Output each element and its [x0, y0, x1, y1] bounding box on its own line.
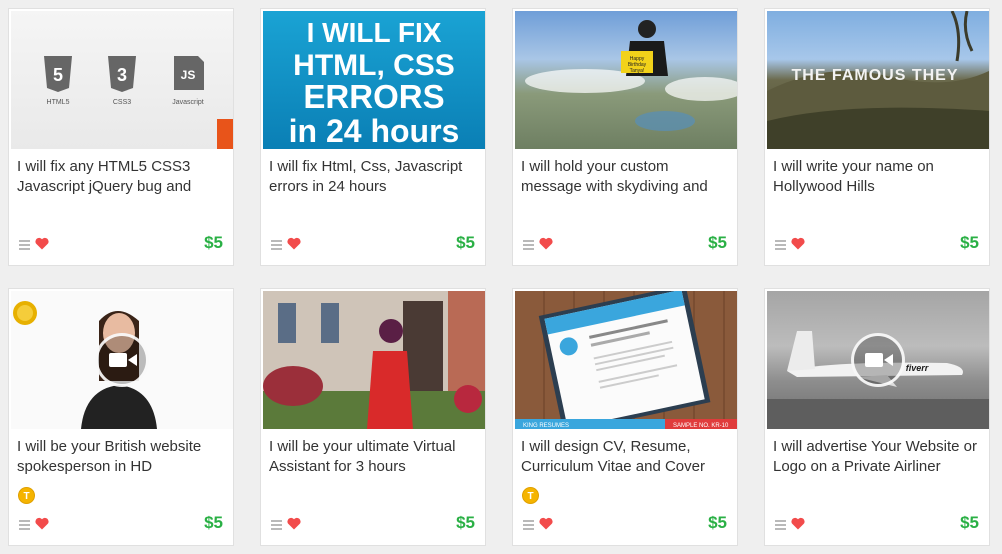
menu-icon[interactable] — [775, 240, 786, 250]
heart-icon[interactable] — [287, 517, 301, 531]
gig-thumbnail[interactable] — [11, 291, 233, 429]
menu-icon[interactable] — [271, 240, 282, 250]
gig-price: $5 — [960, 513, 979, 532]
gig-price: $5 — [708, 233, 727, 252]
gig-card[interactable]: 5 3 JS HTML5 CSS3 Javascript I will fix … — [8, 8, 234, 266]
svg-text:JS: JS — [181, 68, 196, 82]
gig-thumbnail[interactable]: 5 3 JS HTML5 CSS3 Javascript — [11, 11, 233, 149]
heart-icon[interactable] — [287, 237, 301, 251]
gig-title[interactable]: I will hold your custom message with sky… — [521, 157, 733, 197]
gig-card[interactable]: I will be your ultimate Virtual Assistan… — [260, 288, 486, 546]
gig-card[interactable]: KING RESUMES SAMPLE NO. KR-10 I will des… — [512, 288, 738, 546]
gig-thumbnail[interactable]: KING RESUMES SAMPLE NO. KR-10 — [515, 291, 737, 429]
gig-thumbnail[interactable]: I WILL FIX HTML, CSS ERRORS in 24 hours — [263, 11, 485, 149]
heart-icon[interactable] — [791, 237, 805, 251]
video-play-icon[interactable] — [851, 333, 905, 387]
menu-icon[interactable] — [523, 240, 534, 250]
heart-icon[interactable] — [539, 517, 553, 531]
heart-icon[interactable] — [539, 237, 553, 251]
svg-text:3: 3 — [117, 65, 127, 85]
gig-thumbnail[interactable]: Happy Birthday Tanya! — [515, 11, 737, 149]
javascript-label: Javascript — [172, 99, 204, 106]
svg-text:fiverr: fiverr — [906, 363, 929, 373]
gig-price: $5 — [204, 233, 223, 252]
svg-text:THE FAMOUS THEY: THE FAMOUS THEY — [791, 67, 958, 84]
svg-text:in 24 hours: in 24 hours — [289, 113, 460, 149]
gig-title[interactable]: I will fix Html, Css, Javascript errors … — [269, 157, 481, 197]
gig-card[interactable]: I WILL FIX HTML, CSS ERRORS in 24 hours … — [260, 8, 486, 266]
gig-title[interactable]: I will design CV, Resume, Curriculum Vit… — [521, 437, 733, 477]
gig-card[interactable]: I will be your British website spokesper… — [8, 288, 234, 546]
gig-thumbnail[interactable]: fiverr — [767, 291, 989, 429]
html5-label: HTML5 — [47, 99, 70, 106]
gig-card[interactable]: Happy Birthday Tanya! I will hold your c… — [512, 8, 738, 266]
gig-price: $5 — [708, 513, 727, 532]
gig-title[interactable]: I will advertise Your Website or Logo on… — [773, 437, 985, 477]
gig-thumbnail[interactable]: THE FAMOUS THEY — [767, 11, 989, 149]
gig-price: $5 — [204, 513, 223, 532]
top-rated-badge-icon: T — [522, 487, 539, 504]
svg-text:SAMPLE NO. KR-10: SAMPLE NO. KR-10 — [673, 423, 729, 429]
css3-label: CSS3 — [113, 99, 131, 106]
heart-icon[interactable] — [791, 517, 805, 531]
gig-title[interactable]: I will be your British website spokesper… — [17, 437, 229, 477]
gig-price: $5 — [456, 233, 475, 252]
gig-title[interactable]: I will write your name on Hollywood Hill… — [773, 157, 985, 197]
heart-icon[interactable] — [35, 517, 49, 531]
gig-card[interactable]: fiverr I will advertise Your Website or … — [764, 288, 990, 546]
menu-icon[interactable] — [271, 520, 282, 530]
top-rated-badge-icon: T — [18, 487, 35, 504]
heart-icon[interactable] — [35, 237, 49, 251]
gig-card[interactable]: THE FAMOUS THEY I will write your name o… — [764, 8, 990, 266]
menu-icon[interactable] — [523, 520, 534, 530]
gig-title[interactable]: I will fix any HTML5 CSS3 Javascript jQu… — [17, 157, 229, 197]
menu-icon[interactable] — [775, 520, 786, 530]
svg-text:5: 5 — [53, 65, 63, 85]
svg-text:I WILL FIX: I WILL FIX — [307, 17, 442, 48]
gig-price: $5 — [960, 233, 979, 252]
menu-icon[interactable] — [19, 240, 30, 250]
svg-text:ERRORS: ERRORS — [303, 78, 444, 115]
menu-icon[interactable] — [19, 520, 30, 530]
video-play-icon[interactable] — [95, 333, 149, 387]
svg-text:KING RESUMES: KING RESUMES — [523, 423, 569, 429]
gig-title[interactable]: I will be your ultimate Virtual Assistan… — [269, 437, 481, 477]
gig-thumbnail[interactable] — [263, 291, 485, 429]
svg-text:Tanya!: Tanya! — [630, 68, 645, 74]
gig-price: $5 — [456, 513, 475, 532]
